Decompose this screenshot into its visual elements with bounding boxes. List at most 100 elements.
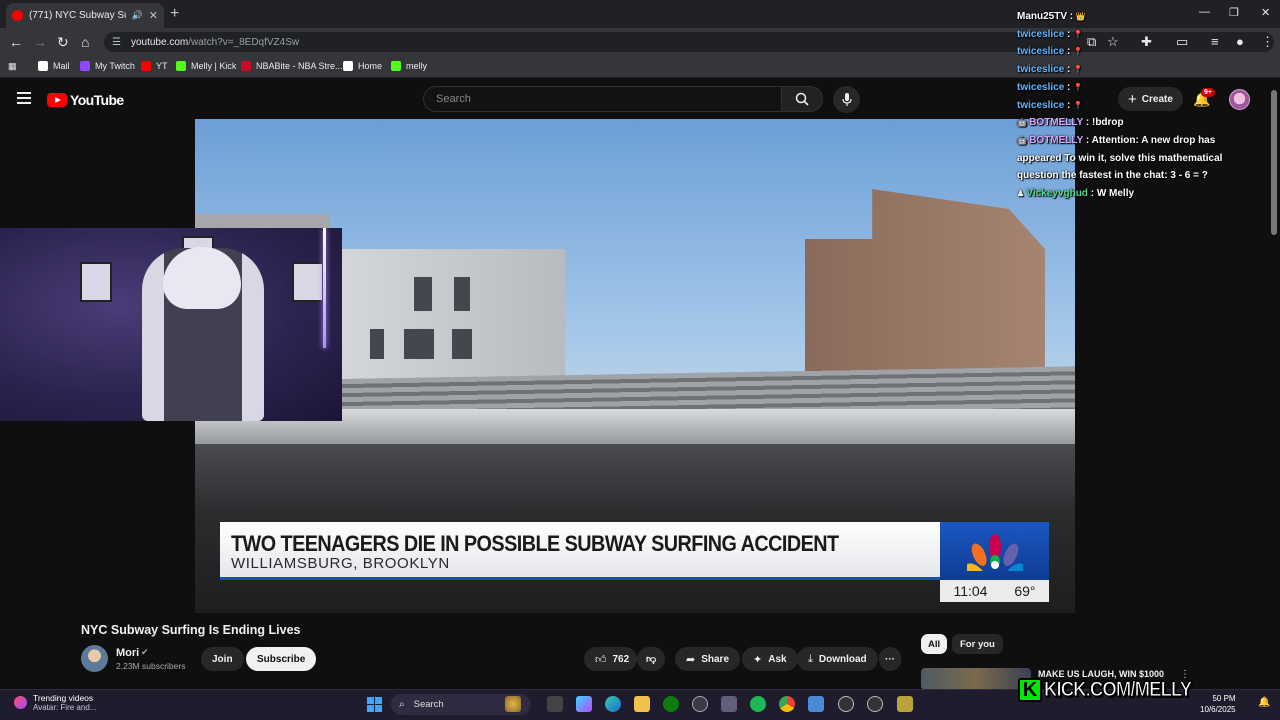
clock-date: 10/6/2025 <box>1200 705 1236 714</box>
search-icon <box>795 92 809 106</box>
close-window-icon[interactable]: ✕ <box>1261 6 1270 19</box>
hamburger-menu-icon[interactable] <box>17 92 31 104</box>
page-scrollbar[interactable] <box>1271 90 1277 235</box>
bookmark-item[interactable]: melly <box>391 61 427 71</box>
copilot-icon[interactable] <box>576 696 592 712</box>
photos-icon[interactable] <box>808 696 824 712</box>
chat-username: BOTMELLY <box>1029 134 1084 146</box>
chat-username: twiceslice <box>1017 28 1065 40</box>
kick-url-text: KICK.COM/MELLY <box>1044 678 1193 702</box>
recommended-thumbnail[interactable] <box>921 668 1031 690</box>
taskbar-app-icon[interactable] <box>897 696 913 712</box>
search-box <box>423 86 781 112</box>
browser-tab[interactable]: (771) NYC Subway Surfing Is Ending Lives… <box>6 3 164 28</box>
steam-icon[interactable] <box>692 696 708 712</box>
tab-close-icon[interactable]: ✕ <box>149 9 158 22</box>
subscribe-button[interactable]: Subscribe <box>246 647 317 671</box>
chat-message: 🤖 BOTMELLY : !bdrop <box>1017 114 1257 132</box>
search-button[interactable] <box>781 86 823 112</box>
more-dots-icon: ··· <box>885 653 895 665</box>
home-icon[interactable]: ⌂ <box>81 34 89 50</box>
channel-avatar[interactable] <box>81 645 108 672</box>
bookmark-item[interactable]: Mail <box>38 61 70 71</box>
chat-text: !bdrop <box>1091 117 1124 129</box>
chat-text: W Melly <box>1096 188 1135 200</box>
bot-badge-icon: 🤖 <box>1017 135 1030 145</box>
chat-separator: : <box>1064 46 1074 58</box>
chat-separator: : <box>1083 117 1092 129</box>
xbox-icon[interactable] <box>663 696 679 712</box>
bookmark-label: Mail <box>53 61 70 71</box>
download-button[interactable]: ⤓ Download <box>797 647 878 671</box>
dislike-button[interactable]: 👎︎ <box>637 647 666 671</box>
apps-grid-icon[interactable]: ▦ <box>8 61 17 72</box>
thumbs-down-icon: 👎︎ <box>646 654 657 665</box>
chat-message: Manu25TV : 👑 <box>1017 8 1257 26</box>
notification-center-icon[interactable]: 🔔 <box>1258 697 1270 708</box>
chat-message: twiceslice : 📍 <box>1017 79 1257 97</box>
obs-icon[interactable] <box>867 696 883 712</box>
chip-for-you[interactable]: For you <box>952 634 1003 654</box>
pin-emote-icon: 📍 <box>1073 65 1084 75</box>
bookmark-item[interactable]: NBABite - NBA Stre... <box>241 61 343 71</box>
subscriber-count: 2.23M subscribers <box>116 661 186 671</box>
bookmark-item[interactable]: Melly | Kick <box>176 61 236 71</box>
video-tower-building <box>805 189 1045 389</box>
windows-start-icon[interactable] <box>367 697 382 712</box>
search-input[interactable] <box>424 87 754 111</box>
chrome-icon[interactable] <box>779 696 795 712</box>
voice-search-button[interactable] <box>833 86 860 113</box>
forward-icon[interactable]: → <box>33 34 47 50</box>
youtube-logo[interactable]: YouTube <box>47 92 124 108</box>
more-actions-button[interactable]: ··· <box>879 647 901 671</box>
speaker-icon[interactable]: 🔊 <box>132 10 143 21</box>
pin-emote-icon: 📍 <box>1073 82 1084 92</box>
x-icon <box>343 61 353 71</box>
like-button[interactable]: 👍︎ 762 <box>584 647 638 671</box>
bookmark-label: Home <box>358 61 383 71</box>
chat-username: twiceslice <box>1017 64 1065 76</box>
widgets-button[interactable]: Trending videos Avatar: Fire and... <box>14 693 96 712</box>
chip-all[interactable]: All <box>921 634 948 654</box>
reload-icon[interactable]: ↻ <box>57 34 69 51</box>
edge-icon[interactable] <box>605 696 621 712</box>
new-tab-icon[interactable]: + <box>170 5 179 23</box>
twitch-icon <box>80 61 90 71</box>
chat-username: twiceslice <box>1017 99 1065 111</box>
chat-message: twiceslice : 📍 <box>1017 61 1257 79</box>
site-info-icon[interactable]: ☰ <box>112 37 121 48</box>
peacock-icon <box>966 534 1023 571</box>
pin-emote-icon: 📍 <box>1073 29 1084 39</box>
ask-label: Ask <box>768 653 787 665</box>
chrome-menu-icon[interactable]: ⋮ <box>1261 34 1274 50</box>
chat-username: Manu25TV <box>1017 11 1068 22</box>
task-view-icon[interactable] <box>547 696 563 712</box>
wall-poster <box>80 262 112 302</box>
youtube-icon <box>141 61 151 71</box>
media-player-icon[interactable] <box>838 696 854 712</box>
bookmark-label: NBABite - NBA Stre... <box>256 61 343 71</box>
back-icon[interactable]: ← <box>9 34 23 50</box>
chat-message: 🤖 BOTMELLY : Attention: A new drop has a… <box>1017 132 1257 185</box>
channel-name[interactable]: Mori <box>116 647 139 659</box>
store-icon[interactable] <box>721 696 737 712</box>
url-path: /watch?v=_8EDqfVZ4Sw <box>188 36 300 48</box>
chat-message: twiceslice : 📍 <box>1017 26 1257 44</box>
spotify-icon[interactable] <box>750 696 766 712</box>
share-button[interactable]: ➦ Share <box>675 647 741 671</box>
bookmark-item[interactable]: My Twitch <box>80 61 135 71</box>
chat-separator: : <box>1083 134 1092 146</box>
pin-emote-icon: 📍 <box>1073 100 1084 110</box>
download-icon: ⤓ <box>808 652 813 665</box>
taskbar-app-icon[interactable] <box>505 696 521 712</box>
taskbar-search-label: Search <box>413 699 444 710</box>
video-title: NYC Subway Surfing Is Ending Lives <box>81 623 301 637</box>
ask-button[interactable]: ✦ Ask <box>742 647 798 671</box>
chat-username: BOTMELLY <box>1029 117 1084 129</box>
join-button[interactable]: Join <box>201 647 244 671</box>
bookmark-item[interactable]: YT <box>141 61 168 71</box>
news-time: 11:04 <box>953 583 988 599</box>
file-explorer-icon[interactable] <box>634 696 650 712</box>
bookmark-item[interactable]: Home <box>343 61 382 71</box>
download-label: Download <box>818 653 867 665</box>
